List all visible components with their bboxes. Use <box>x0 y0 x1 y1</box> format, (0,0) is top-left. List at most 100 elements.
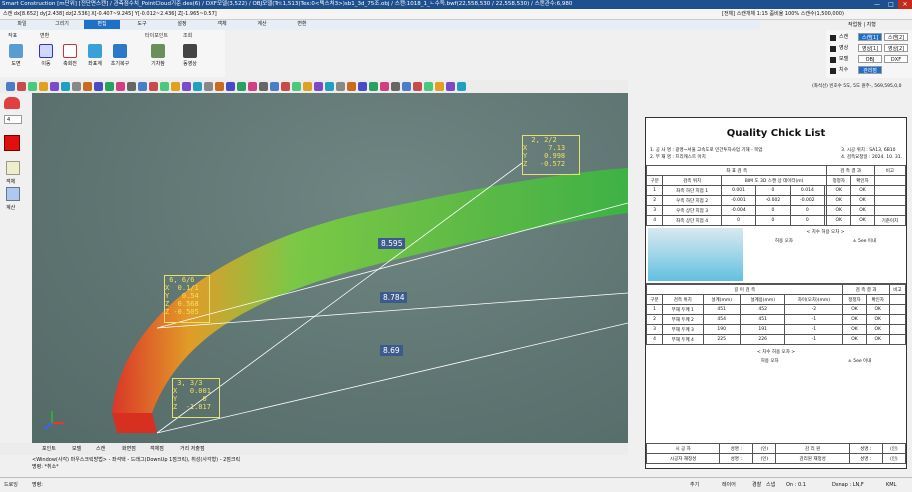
scan-row[interactable]: 스캔 <box>830 33 848 42</box>
snap-distance[interactable]: 거리 저출점 <box>180 443 205 455</box>
toolbar-tool-icon[interactable] <box>204 82 213 91</box>
toolbar-tool-icon[interactable] <box>292 82 301 91</box>
drawing-label: 도면 <box>11 61 21 67</box>
menu-edit[interactable]: 편집 <box>84 20 120 29</box>
dimension-checkbox[interactable] <box>830 67 836 74</box>
image1-button[interactable]: 영상[1] <box>858 44 882 52</box>
toolbar-tool-icon[interactable] <box>435 82 444 91</box>
scan-checkbox[interactable] <box>830 34 836 41</box>
image-row[interactable]: 영상 <box>830 44 848 53</box>
image-checkbox[interactable] <box>830 45 836 52</box>
scan1-button[interactable]: 스캔[1] <box>858 33 882 41</box>
rotate-button[interactable]: 축회전 <box>60 44 80 67</box>
baseline-icon <box>151 44 165 58</box>
image2-button[interactable]: 영상[2] <box>884 44 908 52</box>
cloud-icon[interactable] <box>4 97 20 109</box>
command-prompt[interactable]: 명령: <box>32 478 43 492</box>
snap-scan[interactable]: 스캔 <box>96 443 105 455</box>
close-button[interactable]: ✕ <box>898 0 912 9</box>
toolbar-tool-icon[interactable] <box>116 82 125 91</box>
status-dsnap[interactable]: Dsnap : LN,F <box>832 478 864 492</box>
toolbar-tool-icon[interactable] <box>336 82 345 91</box>
snap-object[interactable]: 객체점 <box>150 443 164 455</box>
maximize-button[interactable]: □ <box>884 0 898 9</box>
3d-viewport[interactable]: 2, 2/2 X 7.13 Y 0.998 Z -0.572 6, 6/6 X … <box>32 93 628 443</box>
toolbar-tool-icon[interactable] <box>127 82 136 91</box>
menu-settings[interactable]: 설정 <box>164 20 200 29</box>
toolbar-tool-icon[interactable] <box>402 82 411 91</box>
toolbar-tool-icon[interactable] <box>182 82 191 91</box>
control-point-button[interactable]: 관리점 <box>858 66 882 74</box>
coordsys-button[interactable]: 좌표계 <box>85 44 105 67</box>
menu-draw[interactable]: 그리기 <box>44 20 80 29</box>
toolbar-tool-icon[interactable] <box>226 82 235 91</box>
toolbar-tool-icon[interactable] <box>138 82 147 91</box>
reset-button[interactable]: 초기복구 <box>110 44 130 67</box>
status-kml[interactable]: KML <box>886 478 896 492</box>
toolbar-tool-icon[interactable] <box>281 82 290 91</box>
video-button[interactable]: 동영상 <box>180 44 200 67</box>
snap-point[interactable]: 포인트 <box>42 443 56 455</box>
menu-tools[interactable]: 도구 <box>124 20 160 29</box>
obj-button[interactable]: OBJ <box>858 55 882 63</box>
toolbar-tool-icon[interactable] <box>160 82 169 91</box>
model-row[interactable]: 모델 <box>830 55 848 64</box>
toolbar-tool-icon[interactable] <box>193 82 202 91</box>
toolbar-tool-icon[interactable] <box>457 82 466 91</box>
toolbar-tool-icon[interactable] <box>105 82 114 91</box>
toolbar-tool-icon[interactable] <box>391 82 400 91</box>
toolbar-tool-icon[interactable] <box>50 82 59 91</box>
menu-convert[interactable]: 변환 <box>284 20 320 29</box>
col-header: 확인자 <box>850 175 875 186</box>
toolbar-tool-icon[interactable] <box>303 82 312 91</box>
menu-calc[interactable]: 계산 <box>244 20 280 29</box>
color-swatch[interactable] <box>4 135 20 151</box>
toolbar-tool-icon[interactable] <box>149 82 158 91</box>
object-icon[interactable] <box>6 161 20 175</box>
toolbar-tool-icon[interactable] <box>413 82 422 91</box>
toolbar-tool-icon[interactable] <box>39 82 48 91</box>
toolbar-tool-icon[interactable] <box>358 82 367 91</box>
table-row: 1 좌측 하단 지점 1 0.001 0 0.014 OK OK <box>645 185 907 196</box>
toolbar-tool-icon[interactable] <box>94 82 103 91</box>
toolbar-tool-icon[interactable] <box>380 82 389 91</box>
toolbar-tool-icon[interactable] <box>171 82 180 91</box>
dimension-row[interactable]: 치수 <box>830 66 848 75</box>
toolbar-tool-icon[interactable] <box>248 82 257 91</box>
toolbar-tool-icon[interactable] <box>314 82 323 91</box>
status-add[interactable]: 추기 <box>690 478 699 492</box>
toolbar-tool-icon[interactable] <box>347 82 356 91</box>
command-area[interactable]: <Window(사각) 마우스크릭방법> - 좌석택 - 드래그(DownUp … <box>32 457 592 477</box>
toolbar-tool-icon[interactable] <box>6 82 15 91</box>
calc-icon[interactable] <box>6 187 20 201</box>
toolbar-tool-icon[interactable] <box>424 82 433 91</box>
menu-object[interactable]: 객체 <box>204 20 240 29</box>
snap-screen[interactable]: 화면점 <box>122 443 136 455</box>
toolbar-tool-icon[interactable] <box>237 82 246 91</box>
toolbar-tool-icon[interactable] <box>369 82 378 91</box>
model-checkbox[interactable] <box>830 56 836 63</box>
menu-file[interactable]: 파일 <box>4 20 40 29</box>
toolbar-tool-icon[interactable] <box>83 82 92 91</box>
baseline-button[interactable]: 기차참 <box>148 44 168 67</box>
drawing-button[interactable]: 도면 <box>6 44 26 67</box>
status-position[interactable]: 경찰 <box>752 478 761 492</box>
toolbar-tool-icon[interactable] <box>259 82 268 91</box>
toolbar-tool-icon[interactable] <box>61 82 70 91</box>
status-on[interactable]: On : 0.1 <box>786 478 806 492</box>
move-button[interactable]: 이동 <box>36 44 56 67</box>
toolbar-tool-icon[interactable] <box>28 82 37 91</box>
toolbar-tool-icon[interactable] <box>446 82 455 91</box>
snap-model[interactable]: 모델 <box>72 443 81 455</box>
dxf-button[interactable]: DXF <box>884 55 908 63</box>
status-snap[interactable]: 스냅 <box>766 478 775 492</box>
scan2-button[interactable]: 스캔[2] <box>884 33 908 41</box>
toolbar-tool-icon[interactable] <box>215 82 224 91</box>
status-layer[interactable]: 레이어 <box>722 478 736 492</box>
toolbar-tool-icon[interactable] <box>72 82 81 91</box>
layer-number[interactable]: 4 <box>4 115 22 124</box>
toolbar-tool-icon[interactable] <box>17 82 26 91</box>
toolbar-tool-icon[interactable] <box>325 82 334 91</box>
minimize-button[interactable]: — <box>870 0 884 9</box>
toolbar-tool-icon[interactable] <box>270 82 279 91</box>
